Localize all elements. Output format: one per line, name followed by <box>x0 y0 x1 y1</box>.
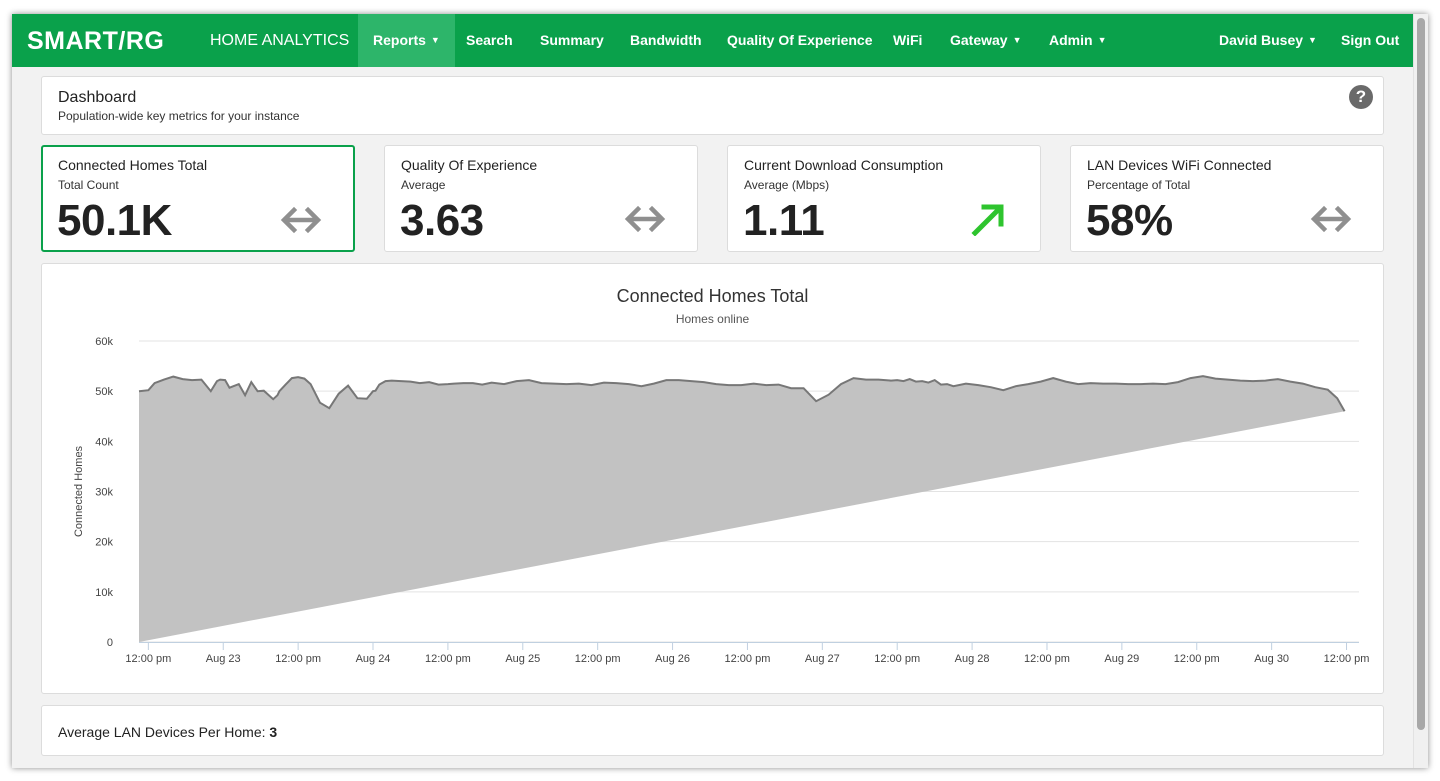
nav-user-label: David Busey <box>1219 32 1304 48</box>
x-tick-label: 12:00 pm <box>1024 653 1070 665</box>
double-arrow-icon <box>624 205 666 233</box>
lan-devices-panel: Average LAN Devices Per Home: 3 <box>41 705 1384 756</box>
nav-wifi[interactable]: WiFi <box>893 14 922 67</box>
x-tick-label: Aug 23 <box>206 653 241 665</box>
x-tick-label: 12:00 pm <box>575 653 621 665</box>
x-tick-label: Aug 25 <box>505 653 540 665</box>
y-tick-label: 0 <box>107 637 113 649</box>
x-tick-label: 12:00 pm <box>874 653 920 665</box>
card-title: Connected Homes Total <box>58 157 208 173</box>
browser-window: SMART/RG HOME ANALYTICS Reports ▼ Search … <box>12 14 1428 768</box>
chart-panel: Connected Homes Total Homes online 0 10k 2… <box>41 263 1384 694</box>
help-icon[interactable]: ? <box>1349 85 1373 109</box>
vertical-scrollbar[interactable] <box>1413 14 1428 768</box>
y-tick-label: 60k <box>95 336 113 348</box>
nav-gateway-label: Gateway <box>950 32 1008 48</box>
x-tick-label: 12:00 pm <box>725 653 771 665</box>
x-tick-label: Aug 26 <box>655 653 690 665</box>
card-value: 58% <box>1086 196 1173 245</box>
x-tick-label: 12:00 pm <box>275 653 321 665</box>
nav-search[interactable]: Search <box>466 14 513 67</box>
brand-logo[interactable]: SMART/RG <box>27 27 164 56</box>
metric-card-lan-wifi[interactable]: LAN Devices WiFi Connected Percentage of… <box>1070 145 1384 252</box>
nav-bandwidth[interactable]: Bandwidth <box>630 14 702 67</box>
x-tick-label: 12:00 pm <box>1174 653 1220 665</box>
page-title: Dashboard <box>58 89 137 106</box>
caret-down-icon: ▼ <box>1012 35 1022 45</box>
x-tick-label: Aug 29 <box>1104 653 1139 665</box>
x-tick-label: Aug 27 <box>805 653 840 665</box>
double-arrow-icon <box>280 206 322 234</box>
x-tick-label: 12:00 pm <box>1324 653 1370 665</box>
nav-admin-dropdown[interactable]: Admin ▼ <box>1049 14 1106 67</box>
metric-card-connected-homes[interactable]: Connected Homes Total Total Count 50.1K <box>41 145 355 252</box>
card-subtitle: Average (Mbps) <box>744 178 830 192</box>
nav-summary[interactable]: Summary <box>540 14 604 67</box>
card-title: Current Download Consumption <box>744 157 944 173</box>
nav-reports-label: Reports <box>373 32 426 48</box>
series-area <box>139 376 1345 642</box>
x-tick-label: 12:00 pm <box>125 653 171 665</box>
page-subtitle: Population-wide key metrics for your ins… <box>58 109 300 123</box>
caret-down-icon: ▼ <box>1097 35 1107 45</box>
y-tick-label: 20k <box>95 537 113 549</box>
y-tick-label: 50k <box>95 386 113 398</box>
avg-lan-devices-label: Average LAN Devices Per Home: <box>58 724 266 740</box>
nav-reports-dropdown[interactable]: Reports ▼ <box>358 14 455 67</box>
y-tick-label: 10k <box>95 587 113 599</box>
x-tick-label: 12:00 pm <box>425 653 471 665</box>
nav-gateway-dropdown[interactable]: Gateway ▼ <box>950 14 1022 67</box>
nav-admin-label: Admin <box>1049 32 1093 48</box>
up-arrow-icon <box>971 204 1004 236</box>
app-title[interactable]: HOME ANALYTICS <box>210 32 349 50</box>
card-subtitle: Percentage of Total <box>1087 178 1191 192</box>
metric-card-download-consumption[interactable]: Current Download Consumption Average (Mb… <box>727 145 1041 252</box>
nav-user-dropdown[interactable]: David Busey ▼ <box>1219 14 1317 67</box>
caret-down-icon: ▼ <box>1308 35 1317 45</box>
avg-lan-devices-value: 3 <box>269 724 278 740</box>
card-subtitle: Average <box>401 178 446 192</box>
dashboard-header-panel: Dashboard Population-wide key metrics fo… <box>41 76 1384 135</box>
scrollbar-thumb[interactable] <box>1417 18 1425 730</box>
connected-homes-chart[interactable]: 0 10k 20k 30k 40k 50k 60k 12:00 pm Aug 23 12:00 p… <box>42 264 1383 693</box>
nav-quality-of-experience[interactable]: Quality Of Experience <box>727 14 873 67</box>
avg-lan-devices: Average LAN Devices Per Home: 3 <box>58 724 277 740</box>
double-arrow-icon <box>1310 205 1352 233</box>
card-title: LAN Devices WiFi Connected <box>1087 157 1272 173</box>
card-value: 50.1K <box>57 196 172 245</box>
x-tick-label: Aug 28 <box>955 653 990 665</box>
y-axis-title: Connected Homes <box>73 445 85 537</box>
caret-down-icon: ▼ <box>430 35 440 45</box>
card-title: Quality Of Experience <box>401 157 538 173</box>
nav-sign-out[interactable]: Sign Out <box>1341 14 1399 67</box>
x-tick-label: Aug 24 <box>356 653 391 665</box>
card-value: 1.11 <box>743 196 825 245</box>
x-tick-label: Aug 30 <box>1254 653 1289 665</box>
top-navbar: SMART/RG HOME ANALYTICS Reports ▼ Search … <box>12 14 1428 67</box>
card-subtitle: Total Count <box>58 178 119 192</box>
y-tick-label: 30k <box>95 487 113 499</box>
metric-card-quality-of-experience[interactable]: Quality Of Experience Average 3.63 <box>384 145 698 252</box>
y-tick-label: 40k <box>95 436 113 448</box>
card-value: 3.63 <box>400 196 484 245</box>
